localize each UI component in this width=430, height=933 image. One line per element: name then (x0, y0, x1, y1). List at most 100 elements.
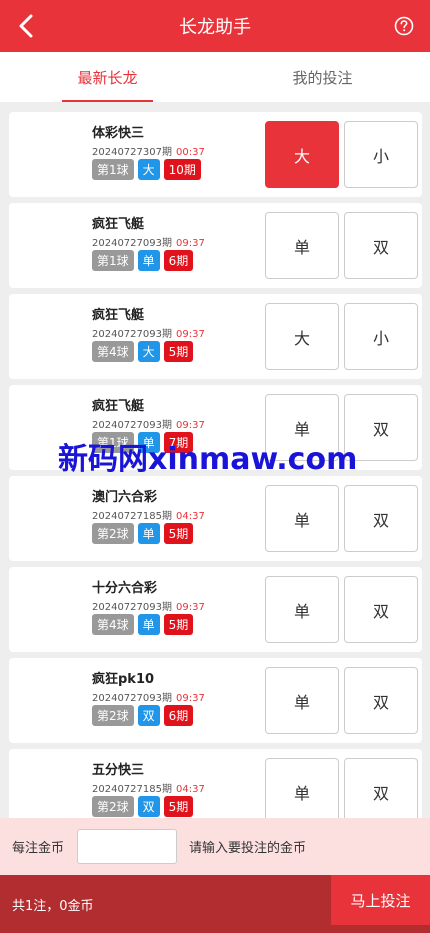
period-number: 20240727093期 (92, 693, 172, 704)
lottery-name: 十分六合彩 (92, 581, 158, 596)
streak-card: 五分快三 20240727185期 04:37 第2球 双 5期 单 双 (9, 749, 422, 818)
period-info: 20240727185期 04:37 (92, 507, 205, 522)
period-number: 20240727185期 (92, 784, 172, 795)
bet-amount-label: 每注金币 (12, 841, 65, 856)
bet-option-button[interactable]: 小 (344, 303, 418, 370)
tag-group: 第1球 单 6期 (92, 250, 194, 271)
tag-group: 第4球 单 5期 (92, 614, 194, 635)
ball-tag: 第1球 (92, 250, 134, 271)
bet-option-button[interactable]: 双 (344, 667, 418, 734)
period-info: 20240727093期 09:37 (92, 689, 205, 704)
page-title: 长龙助手 (179, 17, 251, 38)
streak-tag: 5期 (163, 341, 194, 362)
countdown-time: 00:37 (176, 147, 205, 158)
streak-tag: 5期 (163, 523, 194, 544)
tag-group: 第4球 大 5期 (92, 341, 194, 362)
lottery-name: 疯狂飞艇 (92, 308, 145, 323)
chevron-left-icon (19, 14, 33, 38)
bet-amount-input[interactable] (77, 829, 178, 864)
period-info: 20240727307期 00:37 (92, 143, 205, 158)
lottery-name: 五分快三 (92, 763, 145, 778)
period-number: 20240727093期 (92, 238, 172, 249)
period-info: 20240727185期 04:37 (92, 780, 205, 795)
streak-card: 疯狂pk10 20240727093期 09:37 第2球 双 6期 单 双 (9, 658, 422, 743)
bet-summary: 共1注，0金币 (12, 899, 94, 914)
lottery-name: 疯狂pk10 (92, 672, 155, 687)
streak-card: 疯狂飞艇 20240727093期 09:37 第1球 单 6期 单 双 (9, 203, 422, 288)
result-tag: 双 (137, 796, 160, 817)
countdown-time: 09:37 (176, 420, 205, 431)
countdown-time: 09:37 (176, 329, 205, 340)
ball-tag: 第1球 (92, 159, 134, 180)
bet-option-button[interactable]: 单 (265, 485, 339, 552)
question-circle-icon (394, 16, 414, 36)
period-number: 20240727307期 (92, 147, 172, 158)
result-tag: 大 (137, 159, 160, 180)
ball-tag: 第2球 (92, 523, 134, 544)
bet-option-button[interactable]: 单 (265, 667, 339, 734)
lottery-name: 澳门六合彩 (92, 490, 158, 505)
period-number: 20240727093期 (92, 420, 172, 431)
period-number: 20240727093期 (92, 329, 172, 340)
streak-card: 疯狂飞艇 20240727093期 09:37 第4球 大 5期 大 小 (9, 294, 422, 379)
bet-amount-row: 每注金币 请输入要投注的金币 (0, 818, 430, 875)
countdown-time: 09:37 (176, 602, 205, 613)
streak-card: 十分六合彩 20240727093期 09:37 第4球 单 5期 单 双 (9, 567, 422, 652)
period-info: 20240727093期 09:37 (92, 598, 205, 613)
period-number: 20240727093期 (92, 602, 172, 613)
streak-tag: 5期 (163, 796, 194, 817)
streak-tag: 5期 (163, 614, 194, 635)
bet-option-button[interactable]: 单 (265, 758, 339, 818)
place-bet-button[interactable]: 马上投注 (331, 875, 430, 925)
countdown-time: 04:37 (176, 784, 205, 795)
top-bar: 长龙助手 (0, 0, 430, 52)
bet-option-button[interactable]: 双 (344, 758, 418, 818)
help-button[interactable] (394, 16, 414, 36)
bet-option-button[interactable]: 大 (265, 121, 339, 188)
result-tag: 单 (137, 523, 160, 544)
bet-option-button[interactable]: 双 (344, 576, 418, 643)
tab-my-bets[interactable]: 我的投注 (215, 52, 430, 102)
period-number: 20240727185期 (92, 511, 172, 522)
ball-tag: 第2球 (92, 705, 134, 726)
bet-option-button[interactable]: 大 (265, 303, 339, 370)
countdown-time: 09:37 (176, 693, 205, 704)
streak-tag: 10期 (163, 159, 201, 180)
tab-label: 我的投注 (292, 68, 353, 87)
streak-tag: 6期 (163, 705, 194, 726)
countdown-time: 09:37 (176, 238, 205, 249)
ball-tag: 第4球 (92, 614, 134, 635)
result-tag: 大 (137, 341, 160, 362)
period-info: 20240727093期 09:37 (92, 234, 205, 249)
countdown-time: 04:37 (176, 511, 205, 522)
tag-group: 第2球 单 5期 (92, 523, 194, 544)
ball-tag: 第4球 (92, 341, 134, 362)
tag-group: 第2球 双 6期 (92, 705, 194, 726)
bet-option-button[interactable]: 单 (265, 576, 339, 643)
ball-tag: 第2球 (92, 796, 134, 817)
result-tag: 双 (137, 705, 160, 726)
bet-amount-hint: 请输入要投注的金币 (189, 841, 307, 856)
streak-card: 体彩快三 20240727307期 00:37 第1球 大 10期 大 小 (9, 112, 422, 197)
period-info: 20240727093期 09:37 (92, 416, 205, 431)
watermark-text: 新码网xinmaw.com (58, 442, 358, 477)
bet-option-button[interactable]: 双 (344, 485, 418, 552)
result-tag: 单 (137, 250, 160, 271)
tag-group: 第1球 大 10期 (92, 159, 201, 180)
lottery-name: 疯狂飞艇 (92, 399, 145, 414)
footer-bar: 共1注，0金币 马上投注 (0, 875, 430, 933)
tab-label: 最新长龙 (77, 68, 138, 87)
lottery-name: 体彩快三 (92, 126, 145, 141)
streak-tag: 6期 (163, 250, 194, 271)
result-tag: 单 (137, 614, 160, 635)
period-info: 20240727093期 09:37 (92, 325, 205, 340)
bet-option-button[interactable]: 单 (265, 212, 339, 279)
tag-group: 第2球 双 5期 (92, 796, 194, 817)
tab-latest-streaks[interactable]: 最新长龙 (0, 52, 215, 102)
tab-bar: 最新长龙 我的投注 (0, 52, 430, 102)
bet-option-button[interactable]: 小 (344, 121, 418, 188)
bet-option-button[interactable]: 双 (344, 212, 418, 279)
back-button[interactable] (14, 10, 38, 42)
streak-card: 澳门六合彩 20240727185期 04:37 第2球 单 5期 单 双 (9, 476, 422, 561)
lottery-name: 疯狂飞艇 (92, 217, 145, 232)
